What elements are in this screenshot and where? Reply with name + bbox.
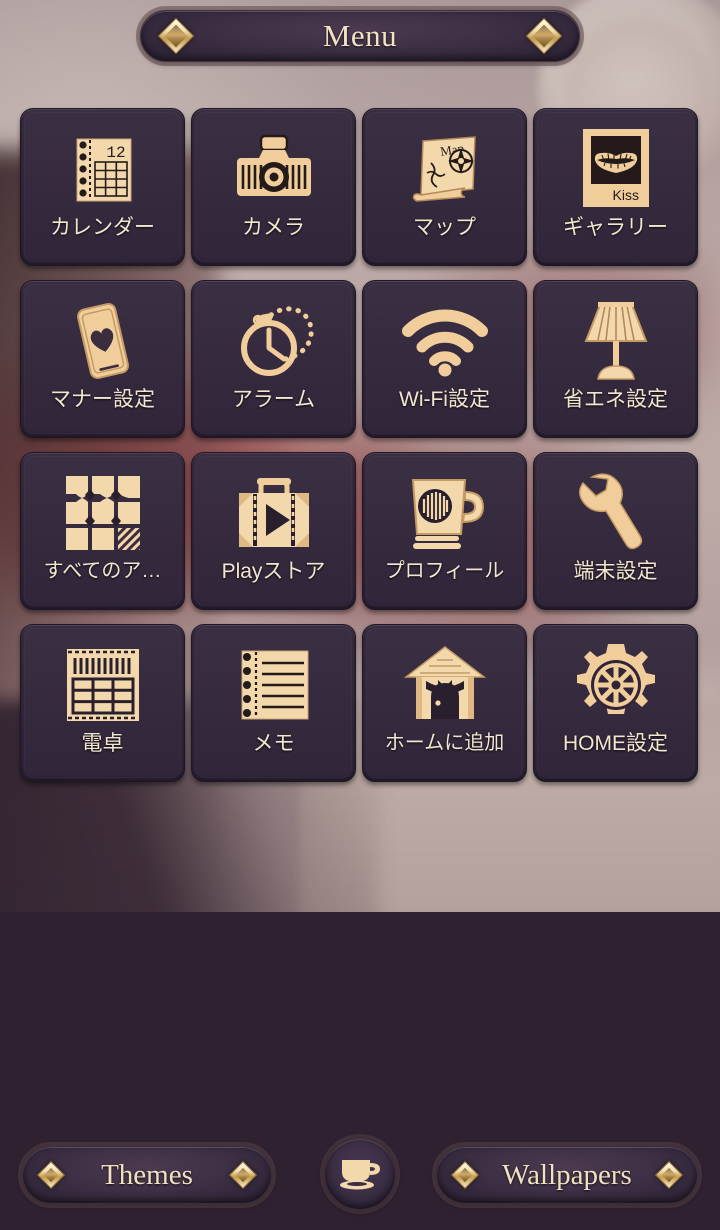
diamond-ornament-right bbox=[654, 1160, 684, 1190]
coffee-cup-icon bbox=[338, 1152, 382, 1197]
app-label: プロフィール bbox=[384, 560, 505, 582]
app-tile-map[interactable]: Map マップ bbox=[362, 108, 527, 266]
manner-mode-icon bbox=[59, 297, 147, 385]
calendar-icon: 12 bbox=[59, 125, 147, 213]
app-label: ギャラリー bbox=[563, 216, 668, 239]
themes-label: Themes bbox=[101, 1158, 193, 1191]
app-screen: Menu 12 カレンダー カメラ Map マップ Kiss ギャラリー マナー… bbox=[0, 0, 720, 1230]
calculator-icon bbox=[59, 641, 147, 729]
wrench-icon bbox=[572, 469, 660, 557]
diamond-ornament-right bbox=[228, 1160, 258, 1190]
alarm-clock-icon bbox=[230, 297, 318, 385]
app-label: すべてのア… bbox=[43, 560, 162, 582]
wallpapers-label: Wallpapers bbox=[502, 1158, 632, 1191]
app-tile-play-store[interactable]: Playストア bbox=[191, 452, 356, 610]
lamp-icon bbox=[572, 297, 660, 385]
map-icon: Map bbox=[401, 125, 489, 213]
app-tile-device-settings[interactable]: 端末設定 bbox=[533, 452, 698, 610]
app-tile-memo[interactable]: メモ bbox=[191, 624, 356, 782]
app-tile-home-settings[interactable]: HOME設定 bbox=[533, 624, 698, 782]
menu-title-bar: Menu bbox=[136, 6, 584, 66]
page-title: Menu bbox=[322, 18, 398, 53]
wallpapers-button[interactable]: Wallpapers bbox=[432, 1142, 702, 1208]
svg-text:12: 12 bbox=[106, 144, 125, 162]
app-label: HOME設定 bbox=[563, 732, 668, 755]
memo-notepad-icon bbox=[230, 641, 318, 729]
app-tile-manner-mode[interactable]: マナー設定 bbox=[20, 280, 185, 438]
bottom-dock: Themes Wallpapers bbox=[0, 1120, 720, 1230]
play-store-suitcase-icon bbox=[230, 469, 318, 557]
app-label: 端末設定 bbox=[573, 560, 658, 583]
app-label: カメラ bbox=[242, 216, 305, 239]
app-tile-gallery[interactable]: Kiss ギャラリー bbox=[533, 108, 698, 266]
app-label: Wi-Fi設定 bbox=[399, 388, 490, 411]
app-label: Playストア bbox=[221, 560, 326, 583]
svg-text:Kiss: Kiss bbox=[612, 187, 638, 203]
app-grid: 12 カレンダー カメラ Map マップ Kiss ギャラリー マナー設定 アラ… bbox=[20, 108, 700, 782]
app-label: カレンダー bbox=[50, 216, 155, 239]
diamond-ornament-right bbox=[525, 17, 563, 55]
all-apps-icon bbox=[59, 469, 147, 557]
app-tile-alarm[interactable]: アラーム bbox=[191, 280, 356, 438]
house-icon bbox=[401, 641, 489, 729]
camera-icon bbox=[230, 125, 318, 213]
app-tile-add-to-home[interactable]: ホームに追加 bbox=[362, 624, 527, 782]
app-tile-energy-saving[interactable]: 省エネ設定 bbox=[533, 280, 698, 438]
app-label: マップ bbox=[413, 216, 476, 239]
coffee-mug-icon bbox=[401, 469, 489, 557]
app-label: 電卓 bbox=[81, 732, 124, 755]
gear-icon bbox=[572, 641, 660, 729]
home-button[interactable] bbox=[320, 1134, 400, 1214]
wifi-icon bbox=[401, 297, 489, 385]
app-label: メモ bbox=[252, 732, 295, 755]
app-tile-all-apps[interactable]: すべてのア… bbox=[20, 452, 185, 610]
themes-button[interactable]: Themes bbox=[18, 1142, 276, 1208]
app-label: 省エネ設定 bbox=[563, 388, 668, 411]
app-tile-calendar[interactable]: 12 カレンダー bbox=[20, 108, 185, 266]
app-tile-calculator[interactable]: 電卓 bbox=[20, 624, 185, 782]
gallery-kiss-icon: Kiss bbox=[572, 125, 660, 213]
app-label: アラーム bbox=[231, 388, 316, 411]
app-tile-profile[interactable]: プロフィール bbox=[362, 452, 527, 610]
app-tile-wifi[interactable]: Wi-Fi設定 bbox=[362, 280, 527, 438]
app-label: ホームに追加 bbox=[384, 732, 505, 754]
app-label: マナー設定 bbox=[50, 388, 155, 411]
app-tile-camera[interactable]: カメラ bbox=[191, 108, 356, 266]
